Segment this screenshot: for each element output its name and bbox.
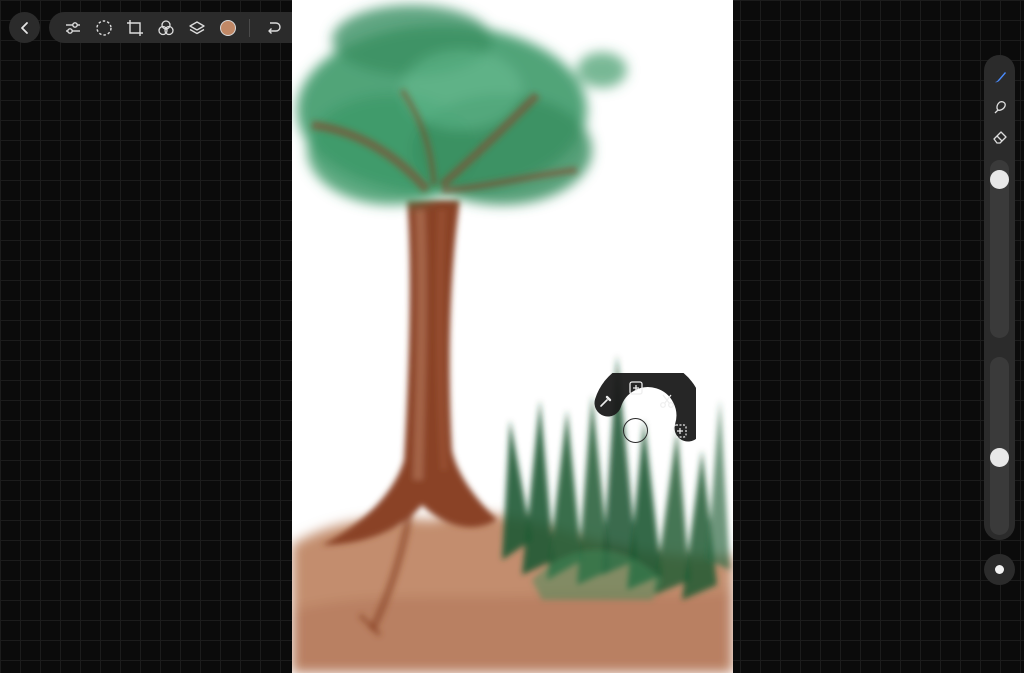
adjustments-button[interactable] [57,12,88,43]
canopy-paint [297,5,627,205]
brush-cursor [623,418,648,443]
drawing-canvas[interactable] [292,0,733,673]
opacity-slider[interactable] [990,357,1009,535]
transform-icon [126,19,143,36]
eraser-icon [992,131,1007,144]
back-icon [20,21,28,34]
tool-panel [984,55,1015,540]
cut-icon [660,394,674,408]
selection-icon [95,19,112,36]
toolbar-divider [249,18,250,37]
eyedropper-icon [600,395,612,407]
color-button[interactable] [212,12,243,43]
smudge-icon [994,101,1006,114]
secondary-color-button[interactable] [984,554,1015,585]
color-swatch [219,19,236,36]
select-button[interactable] [669,420,691,442]
undo-button[interactable] [258,12,289,43]
layers-icon [188,20,205,34]
select-icon [673,424,687,438]
brush-icon [994,72,1006,83]
undo-icon [267,21,281,34]
brush-size-slider[interactable] [990,160,1009,338]
eyedropper-button[interactable] [595,390,617,412]
brush-button[interactable] [984,63,1015,91]
eraser-button[interactable] [984,123,1015,151]
cut-button[interactable] [656,390,678,412]
layers-button[interactable] [181,12,212,43]
selection-button[interactable] [88,12,119,43]
back-button[interactable] [9,12,40,43]
add-layer-button[interactable] [625,377,647,399]
brush-size-thumb[interactable] [990,170,1009,189]
painting-illustration [292,5,733,673]
blend-icon [157,19,174,35]
blend-button[interactable] [150,12,181,43]
transform-button[interactable] [119,12,150,43]
adjustments-icon [65,21,80,34]
right-sidebar [984,55,1015,600]
color-dot [995,565,1004,574]
smudge-button[interactable] [984,93,1015,121]
add-layer-icon [629,381,643,395]
opacity-thumb[interactable] [990,448,1009,467]
top-toolbar [49,12,325,43]
